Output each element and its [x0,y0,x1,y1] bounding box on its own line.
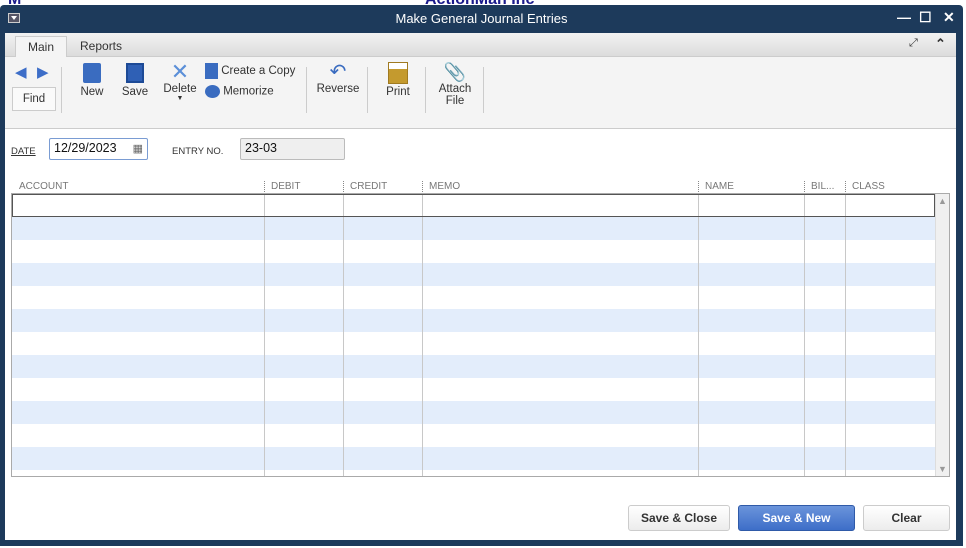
column-header-debit[interactable]: DEBIT [264,181,300,192]
selected-row[interactable] [12,194,935,217]
column-header-memo[interactable]: MEMO [422,181,460,192]
collapse-icon[interactable]: ⌃ [935,36,946,52]
save-new-button[interactable]: Save & New [738,505,855,531]
journal-window: Make General Journal Entries — ☐ ✕ Main … [0,5,963,546]
reverse-arrow-icon: ↶ [329,61,347,83]
entry-no-label: ENTRY NO. [172,146,224,157]
table-row[interactable] [12,286,935,309]
column-header-credit[interactable]: CREDIT [343,181,387,192]
table-row[interactable] [12,355,935,378]
column-divider [845,194,846,476]
table-row[interactable] [12,332,935,355]
reverse-label: Reverse [316,83,360,95]
column-divider [422,194,423,476]
column-divider [343,194,344,476]
forward-arrow-icon[interactable]: ▶ [37,63,49,81]
column-header-account[interactable]: ACCOUNT [19,181,68,192]
minimize-button[interactable]: — [897,9,911,25]
column-divider [698,194,699,476]
print-label: Print [386,86,410,98]
scroll-down-icon[interactable]: ▼ [938,464,947,474]
paperclip-icon: 📎 [443,62,467,82]
new-button[interactable]: New [78,63,106,98]
table-row[interactable] [12,401,935,424]
file-label: File [445,95,465,107]
printer-icon [388,62,408,84]
table-row[interactable] [12,263,935,286]
table-row[interactable] [12,424,935,447]
create-copy-label: Create a Copy [221,65,296,78]
calendar-icon[interactable]: ▦ [133,142,143,155]
scroll-up-icon[interactable]: ▲ [938,196,947,206]
window-title: Make General Journal Entries [395,11,568,26]
save-close-button[interactable]: Save & Close [628,505,730,531]
save-button[interactable]: Save [121,63,149,98]
maximize-button[interactable]: ☐ [919,9,932,26]
tab-main[interactable]: Main [15,36,68,57]
memorize-button[interactable]: Memorize [205,85,274,98]
table-row[interactable] [12,217,935,240]
table-row[interactable] [12,447,935,470]
column-divider [264,194,265,476]
clear-button[interactable]: Clear [863,505,950,531]
journal-grid[interactable]: ▲ ▼ [11,193,950,477]
memorize-label: Memorize [223,85,274,98]
find-button[interactable]: Find [12,87,56,111]
column-header-name[interactable]: NAME [698,181,734,192]
save-disk-icon [126,63,144,83]
date-label: DATE [11,146,36,157]
date-value: 12/29/2023 [54,141,117,155]
table-row[interactable] [12,378,935,401]
memorize-icon [205,85,220,98]
expand-icon[interactable]: ⤢ [909,37,918,50]
entry-no-field[interactable]: 23-03 [240,138,345,160]
column-divider [804,194,805,476]
delete-label: Delete [163,83,197,95]
attach-file-button[interactable]: 📎 Attach File [435,61,475,107]
table-row[interactable] [12,240,935,263]
tab-reports[interactable]: Reports [68,36,134,57]
close-button[interactable]: ✕ [943,9,955,26]
reverse-button[interactable]: ↶ Reverse [316,61,360,95]
table-row[interactable] [12,309,935,332]
delete-button[interactable]: ✕ Delete ▼ [162,59,198,103]
vertical-scrollbar[interactable]: ▲ ▼ [935,194,949,476]
new-document-icon [83,63,101,83]
column-header-class[interactable]: CLASS [845,181,885,192]
create-copy-button[interactable]: Create a Copy [205,63,295,79]
system-menu-icon[interactable] [8,13,20,23]
column-header-billable[interactable]: BIL... [804,181,834,192]
print-button[interactable]: Print [385,62,411,98]
table-row[interactable] [12,470,935,476]
dropdown-icon: ▼ [176,95,184,102]
copy-icon [205,63,218,79]
back-arrow-icon[interactable]: ◀ [15,63,27,81]
attach-label: Attach [438,83,472,95]
date-field[interactable]: 12/29/2023 ▦ [49,138,148,160]
new-label: New [80,86,104,98]
save-label: Save [121,86,149,98]
delete-x-icon: ✕ [170,59,190,84]
